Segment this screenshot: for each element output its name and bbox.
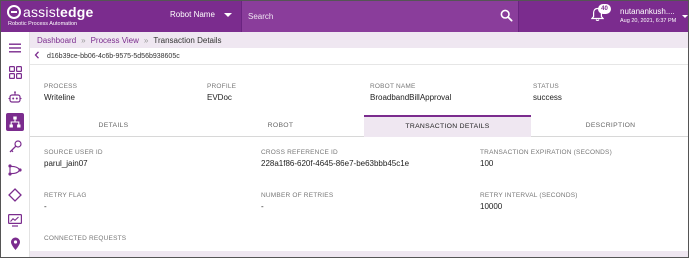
transaction-expiration-label: TRANSACTION EXPIRATION (SECONDS)	[480, 149, 612, 156]
connected-requests-bar	[30, 251, 688, 257]
retry-interval-value: 10000	[480, 202, 503, 211]
number-of-retries-value: -	[261, 202, 264, 211]
source-user-id-value: parul_jain07	[44, 159, 88, 168]
status-value: success	[533, 93, 562, 102]
brand-logo[interactable]: assist edge Robotic Process Automation	[7, 4, 93, 27]
profile-value: EVDoc	[207, 93, 232, 102]
user-name: nutanankush....	[620, 7, 675, 16]
key-icon[interactable]	[6, 137, 24, 155]
back-chevron-icon[interactable]	[34, 51, 40, 61]
logo-mark-icon	[7, 5, 21, 19]
user-menu-chevron-icon[interactable]	[682, 15, 688, 18]
breadcrumb-separator-icon: »	[143, 35, 149, 45]
divider	[30, 64, 688, 65]
robot-name-info: ROBOT NAME BroadbandBillApproval	[370, 83, 451, 102]
source-user-id-field: SOURCE USER ID parul_jain07	[44, 149, 103, 168]
tab-transaction-details[interactable]: TRANSACTION DETAILS	[364, 115, 531, 137]
location-icon[interactable]	[6, 235, 24, 253]
tab-description[interactable]: DESCRIPTION	[531, 115, 688, 137]
retry-flag-label: RETRY FLAG	[44, 192, 87, 199]
logo-tagline: Robotic Process Automation	[8, 21, 78, 27]
tab-robot[interactable]: ROBOT	[197, 115, 364, 137]
number-of-retries-field: NUMBER OF RETRIES -	[261, 192, 333, 211]
profile-label: PROFILE	[207, 83, 237, 90]
retry-interval-field: RETRY INTERVAL (SECONDS) 10000	[480, 192, 578, 211]
number-of-retries-label: NUMBER OF RETRIES	[261, 192, 334, 199]
breadcrumb-process-view[interactable]: Process View	[91, 36, 139, 45]
breadcrumb-dashboard[interactable]: Dashboard	[37, 36, 76, 45]
app-window: assist edge Robotic Process Automation Ro…	[0, 0, 689, 258]
cross-reference-id-field: CROSS REFERENCE ID 228a1f86-620f-4645-86…	[261, 149, 409, 168]
transaction-id-row: d16b39ce-bb06-4c6b-9575-5d56b938605c	[34, 51, 180, 61]
logo-text-light: assist	[23, 4, 60, 20]
notification-count-badge: 40	[598, 4, 611, 14]
breadcrumb: Dashboard » Process View » Transaction D…	[30, 32, 688, 48]
tab-bar: DETAILS ROBOT TRANSACTION DETAILS DESCRI…	[30, 115, 688, 137]
source-user-id-label: SOURCE USER ID	[44, 149, 103, 156]
retry-flag-field: RETRY FLAG -	[44, 192, 87, 211]
breadcrumb-current: Transaction Details	[153, 35, 222, 45]
connected-requests-field: CONNECTED REQUESTS	[44, 235, 126, 242]
tab-details[interactable]: DETAILS	[30, 115, 197, 137]
connected-requests-label: CONNECTED REQUESTS	[44, 235, 127, 242]
transaction-expiration-field: TRANSACTION EXPIRATION (SECONDS) 100	[480, 149, 612, 168]
transaction-id: d16b39ce-bb06-4c6b-9575-5d56b938605c	[47, 52, 180, 60]
status-info: STATUS success	[533, 83, 562, 102]
robot-name-value: BroadbandBillApproval	[370, 93, 452, 102]
sidebar	[1, 32, 30, 257]
monitor-icon[interactable]	[6, 211, 24, 229]
transaction-expiration-value: 100	[480, 159, 494, 168]
robot-name-dropdown[interactable]: Robot Name	[170, 10, 232, 19]
logo-text-bold: edge	[60, 4, 94, 20]
menu-icon[interactable]	[6, 39, 24, 57]
search-icon[interactable]	[500, 9, 513, 27]
retry-interval-label: RETRY INTERVAL (SECONDS)	[480, 192, 578, 199]
process-info: PROCESS Writeline	[44, 83, 77, 102]
user-date: Aug 20, 2021, 6:37 PM	[620, 18, 677, 24]
robot-icon[interactable]	[6, 88, 24, 106]
process-label: PROCESS	[44, 83, 78, 90]
retry-flag-value: -	[44, 202, 47, 211]
chevron-down-icon	[223, 12, 232, 17]
cross-reference-id-value: 228a1f86-620f-4645-86e7-be63bbb45c1e	[261, 159, 410, 168]
breadcrumb-separator-icon: »	[81, 35, 86, 45]
search-box	[241, 1, 519, 32]
search-input[interactable]	[248, 9, 488, 23]
workflow-icon[interactable]	[6, 161, 24, 179]
robot-name-dropdown-label: Robot Name	[170, 10, 215, 19]
profile-info: PROFILE EVDoc	[207, 83, 236, 102]
status-label: STATUS	[533, 83, 559, 90]
robot-name-label: ROBOT NAME	[370, 83, 416, 90]
cross-reference-id-label: CROSS REFERENCE ID	[261, 149, 338, 156]
user-menu[interactable]: nutanankush.... Aug 20, 2021, 6:37 PM	[620, 7, 676, 24]
apps-icon[interactable]	[6, 63, 24, 81]
diamond-icon[interactable]	[6, 186, 24, 204]
process-view-icon[interactable]	[6, 113, 24, 131]
process-value: Writeline	[44, 93, 75, 102]
top-bar: assist edge Robotic Process Automation Ro…	[1, 1, 688, 32]
